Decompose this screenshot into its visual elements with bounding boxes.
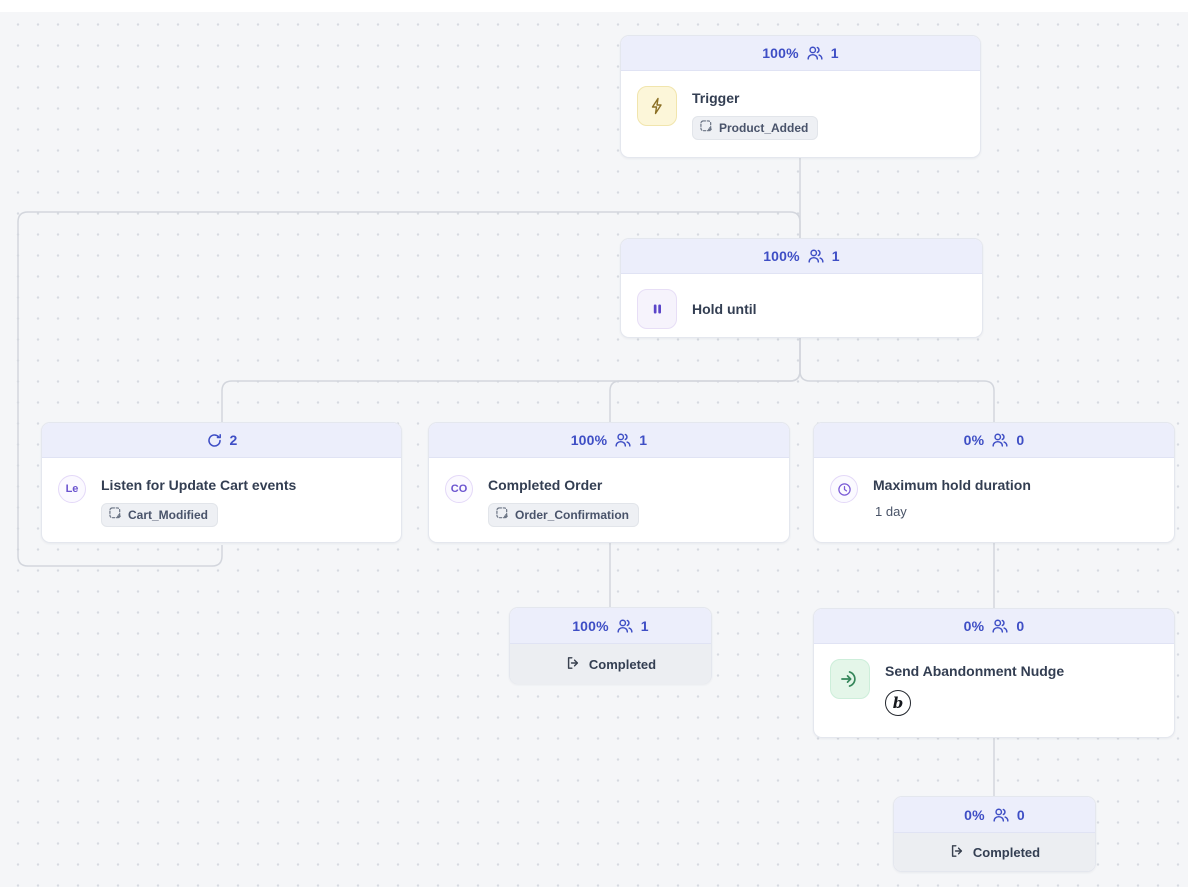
hold-duration-value: 1 day [873,504,1031,519]
lightning-icon [637,86,677,126]
journey-canvas: 100% 1 Trigger [0,0,1188,894]
node-title: Trigger [692,89,818,107]
audience-count: 1 [831,45,839,61]
node-hold-stats: 100% 1 [621,239,982,274]
braze-channel-icon: b [885,690,911,716]
event-badge-label: Cart_Modified [128,508,208,522]
audience-count: 1 [641,618,649,634]
percent-value: 100% [763,248,800,264]
event-badge: Cart_Modified [101,503,218,527]
node-hold-until[interactable]: 100% 1 Hold until [620,238,983,338]
event-badge: Product_Added [692,116,818,140]
node-max-hold-duration[interactable]: 0% 0 Maximum hold duration 1 da [813,422,1175,543]
event-badge-label: Order_Confirmation [515,508,629,522]
exit-step: Completed [894,833,1095,871]
avatar: Le [58,475,86,503]
audience-count: 0 [1016,618,1024,634]
audience-count: 1 [832,248,840,264]
node-maxhold-stats: 0% 0 [814,423,1174,458]
users-icon [616,617,634,635]
users-icon [806,44,824,62]
event-segment-icon [496,507,509,523]
percent-value: 0% [964,807,985,823]
percent-value: 0% [964,618,985,634]
node-completed-middle[interactable]: 100% 1 Completed [509,607,712,684]
event-segment-icon [700,120,713,136]
exit-label: Completed [589,657,656,672]
node-completed-end[interactable]: 0% 0 Completed [893,796,1096,872]
node-title: Completed Order [488,476,639,494]
enter-action-icon [830,659,870,699]
event-badge-label: Product_Added [719,121,808,135]
connector-hold-completed-order [610,338,800,422]
exit-icon [565,655,581,674]
node-listen-stats: 2 [42,423,401,458]
users-icon [807,247,825,265]
node-title: Send Abandonment Nudge [885,662,1064,680]
node-trigger-stats: 100% 1 [621,36,980,71]
audience-count: 1 [639,432,647,448]
node-completed-middle-stats: 100% 1 [510,608,711,644]
percent-value: 0% [964,432,985,448]
node-title: Listen for Update Cart events [101,476,296,494]
exit-label: Completed [973,845,1040,860]
node-send-stats: 0% 0 [814,609,1174,644]
users-icon [991,431,1009,449]
users-icon [991,617,1009,635]
percent-value: 100% [572,618,609,634]
users-icon [992,806,1010,824]
node-order-stats: 100% 1 [429,423,789,458]
node-completed-end-stats: 0% 0 [894,797,1095,833]
loop-icon [206,432,223,449]
loop-count: 2 [230,432,238,448]
audience-count: 0 [1016,432,1024,448]
audience-count: 0 [1017,807,1025,823]
users-icon [614,431,632,449]
node-trigger[interactable]: 100% 1 Trigger [620,35,981,158]
node-listen-update-cart[interactable]: 2 Le Listen for Update Cart events Cart_… [41,422,402,543]
avatar: CO [445,475,473,503]
connector-hold-listen [222,338,800,422]
event-badge: Order_Confirmation [488,503,639,527]
node-title: Hold until [692,300,757,318]
connector-hold-max-hold [800,338,994,422]
percent-value: 100% [762,45,799,61]
node-send-abandonment-nudge[interactable]: 0% 0 Send Abandonment Nudge [813,608,1175,738]
event-segment-icon [109,507,122,523]
exit-icon [949,843,965,862]
percent-value: 100% [571,432,608,448]
pause-icon [637,289,677,329]
node-completed-order[interactable]: 100% 1 CO Completed Order [428,422,790,543]
clock-icon [830,475,858,503]
exit-step: Completed [510,644,711,684]
node-title: Maximum hold duration [873,476,1031,494]
